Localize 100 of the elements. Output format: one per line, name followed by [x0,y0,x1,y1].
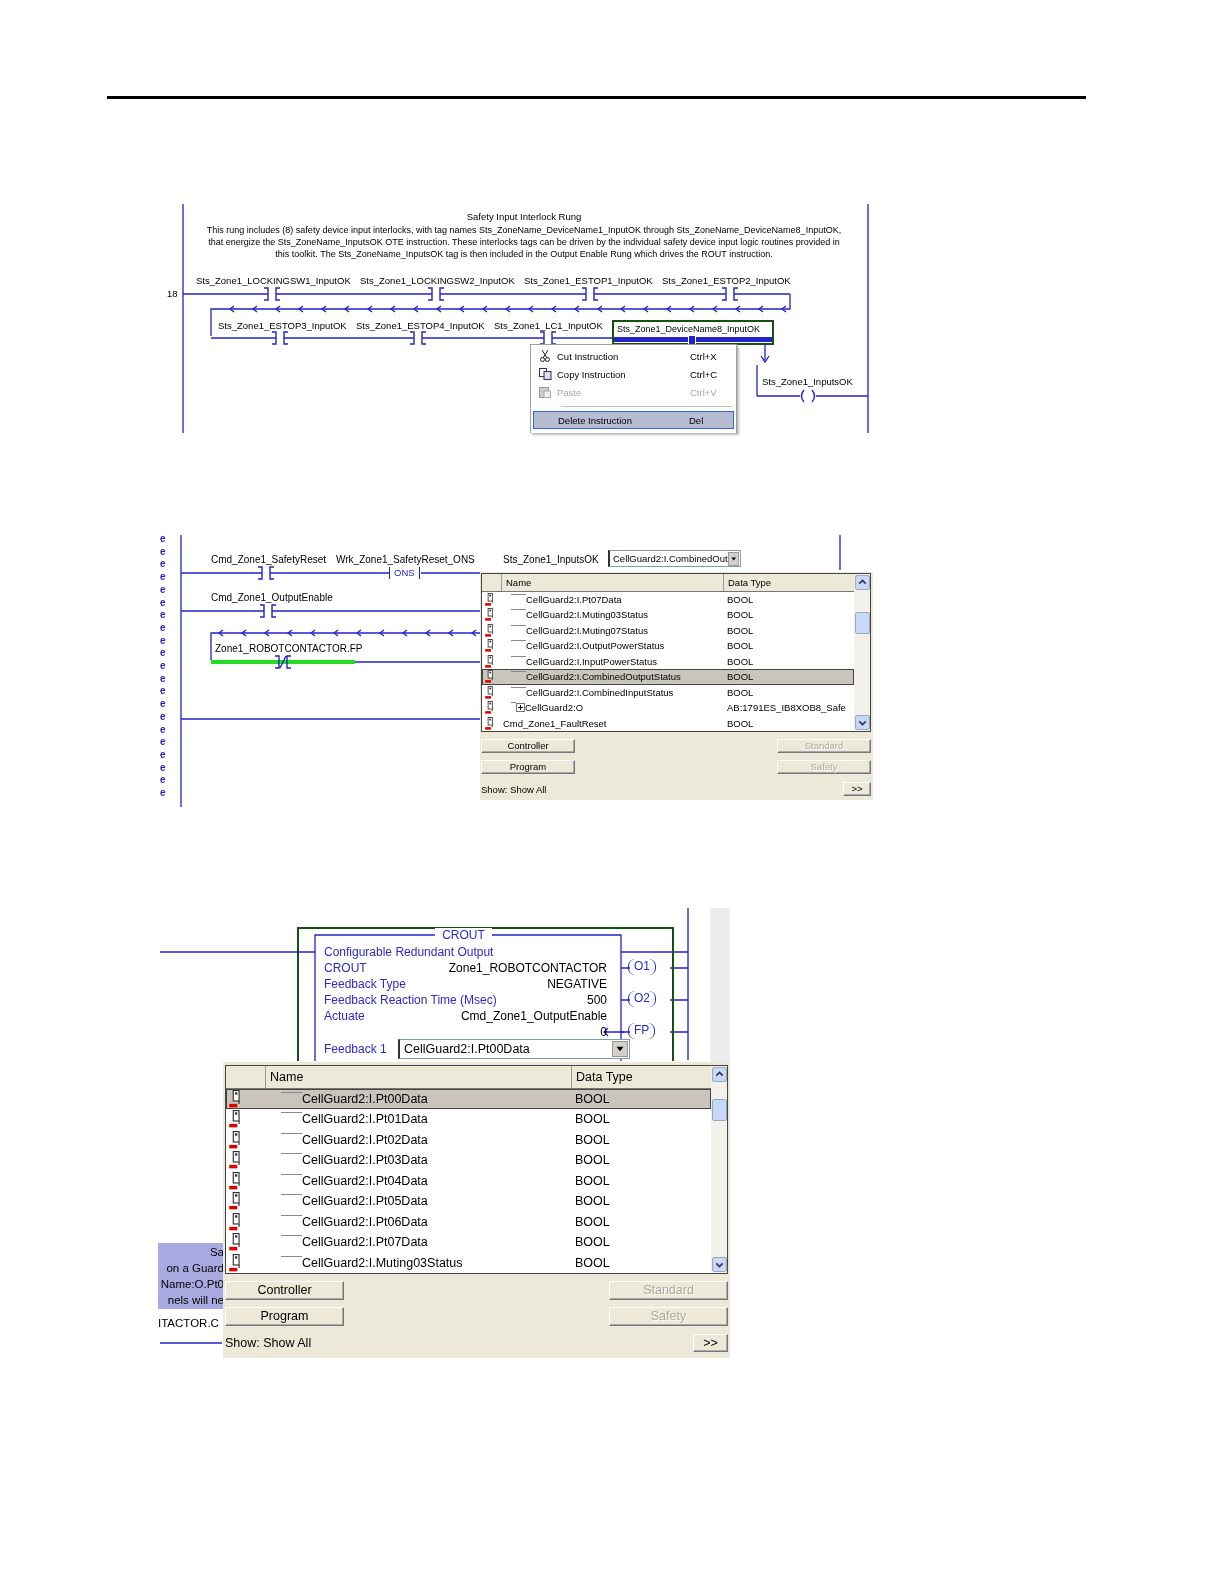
scope-button[interactable]: Program [481,760,575,774]
tag-name: CellGuard2:I.CombinedOutputStatus [526,671,681,683]
tag-row[interactable]: CellGuard2:I.InputPowerStatus BOOL [482,653,854,669]
contact-icon[interactable] [263,287,281,301]
menu-item[interactable]: Cut Instruction Ctrl+X [533,347,734,365]
margin-mark: e [160,761,166,775]
scroll-thumb[interactable] [854,611,870,634]
margin-mark: e [160,660,166,673]
tag-label: Sts_Zone1_ESTOP3_InputOK [218,320,347,332]
tag-row[interactable]: CellGuard2:I.Muting03Status BOOL [226,1252,711,1273]
margin-mark: e [160,710,166,724]
closed-contact-icon[interactable] [274,655,292,669]
tag-row[interactable]: CellGuard2:I.Pt03Data BOOL [226,1150,711,1171]
scrollbar[interactable] [854,574,870,731]
contact-icon[interactable] [427,287,445,301]
scroll-up-icon[interactable] [854,575,870,590]
tag-label: Cmd_Zone1_SafetyReset [211,554,327,566]
tag-row[interactable]: CellGuard2:I.Muting03Status BOOL [482,607,854,623]
rung-comment: that energize the Sts_ZoneName_InputsOK OTE instruction. These interlocks tags can be driven by the individual safety device input logic routines provided in [207,236,841,248]
tag-row[interactable]: CellGuard2:I.Muting07Status BOOL [482,622,854,638]
data-type: BOOL [726,593,754,605]
tag-row[interactable]: CellGuard2:I.Pt01Data BOOL [226,1109,711,1130]
tag-name: CellGuard2:I.Pt07Data [526,593,622,605]
background-text: Name:O.Pt0 [160,1277,224,1292]
instruction-block[interactable] [297,927,674,1062]
tag-row[interactable]: CellGuard2:I.Pt04Data BOOL [226,1170,711,1191]
tag-label: Wrk_Zone1_SafetyReset_ONS [336,554,475,566]
scroll-thumb[interactable] [711,1098,727,1121]
tag-row[interactable]: CellGuard2:I.OutputPowerStatus BOOL [482,638,854,654]
parameter-value: Cmd_Zone1_OutputEnable [460,1009,607,1024]
scope-button[interactable]: Program [225,1307,344,1326]
contact-icon[interactable] [721,287,739,301]
data-type: BOOL [574,1194,610,1209]
tag-row[interactable]: CellGuard2:I.CombinedOutputStatus BOOL [482,669,854,685]
tag-name: CellGuard2:I.Pt00Data [302,1091,428,1106]
data-type: BOOL [574,1255,610,1270]
ons-instruction[interactable]: ONS [389,567,420,579]
tag-name: CellGuard2:I.Muting03Status [302,1255,463,1270]
tag-combo-box[interactable]: CellGuard2:I.Pt00Data [398,1039,630,1059]
scrollbar[interactable] [711,1066,727,1273]
margin-mark: e [160,583,166,597]
tag-icon [229,1192,241,1211]
background-text: ITACTOR.C [158,1317,219,1329]
tag-row[interactable]: Cmd_Zone1_FaultReset BOOL [482,715,854,731]
scope-button[interactable]: Controller [481,739,575,753]
selected-instruction[interactable]: Sts_Zone1_DeviceName8_InputOK [612,320,774,345]
contact-icon[interactable] [581,287,599,301]
tag-row[interactable]: CellGuard2:I.CombinedInputStatus BOOL [482,684,854,700]
tag-row[interactable]: CellGuard2:I.Pt00Data BOOL [226,1088,711,1109]
tag-row[interactable]: CellGuard2:I.Pt02Data BOOL [226,1129,711,1150]
output-coil[interactable]: FP [628,1023,656,1039]
more-button[interactable]: >> [693,1334,728,1352]
column-header[interactable]: Data Type [724,574,854,591]
contact-icon[interactable] [271,331,289,345]
tag-row[interactable]: CellGuard2:I.Pt07Data BOOL [226,1232,711,1253]
parameter-value: Zone1_ROBOTCONTACTOR [448,961,607,976]
column-header[interactable]: Data Type [572,1066,711,1088]
margin-mark: e [160,748,166,762]
clipboard-icon [539,386,551,398]
more-button[interactable]: >> [843,782,871,796]
contact-icon[interactable] [539,331,557,345]
menu-item[interactable]: Copy Instruction Ctrl+C [533,365,734,383]
filter-label: Show: Show All [225,1336,312,1350]
column-header[interactable]: Name [502,574,724,591]
tag-icon [485,654,494,668]
tag-name: CellGuard2:I.Pt04Data [302,1173,428,1188]
open-contact-icon[interactable] [257,566,275,580]
tag-icon [229,1233,241,1252]
scope-button[interactable]: Controller [225,1281,344,1300]
expand-icon[interactable] [516,703,525,713]
tag-row[interactable]: CellGuard2:I.Pt06Data BOOL [226,1211,711,1232]
menu-item[interactable]: Delete Instruction Del [533,411,734,429]
output-coil[interactable]: O2 [628,991,656,1007]
tag-row[interactable]: CellGuard2:I.Pt07Data BOOL [482,591,854,607]
background-text: Sa [209,1245,224,1260]
coil-icon[interactable] [800,389,816,403]
rung-comment: this toolkit. The Sts_ZoneName_InputsOK tag is then included in the Output Enable Rung which drives the ROUT instruction. [274,248,774,260]
tag-icon [485,685,494,699]
data-type: BOOL [574,1235,610,1250]
margin-mark: e [160,609,166,622]
margin-mark: e [160,545,166,559]
scroll-down-icon[interactable] [711,1257,727,1272]
tag-name: CellGuard2:I.Pt06Data [302,1214,428,1229]
column-header[interactable]: Name [266,1066,572,1088]
background-text: nels will ne [167,1293,224,1308]
tag-icon [485,592,494,606]
tag-icon [229,1110,241,1129]
tag-name: CellGuard2:I.Muting03Status [526,609,648,621]
scroll-up-icon[interactable] [711,1067,727,1082]
open-contact-icon[interactable] [259,604,277,618]
contact-icon[interactable] [409,331,427,345]
scroll-down-icon[interactable] [854,715,870,730]
margin-mark: e [160,647,166,661]
tag-combo-box[interactable]: CellGuard2:I.CombinedOut [608,550,741,567]
tag-row[interactable]: CellGuard2:I.Pt05Data BOOL [226,1191,711,1212]
output-coil[interactable]: O1 [628,959,656,975]
margin-mark: e [160,685,166,699]
data-type: BOOL [726,717,754,729]
tag-label: Cmd_Zone1_OutputEnable [211,592,333,604]
tag-row[interactable]: CellGuard2:O AB:1791ES_IB8XOB8_Safe [482,700,854,716]
